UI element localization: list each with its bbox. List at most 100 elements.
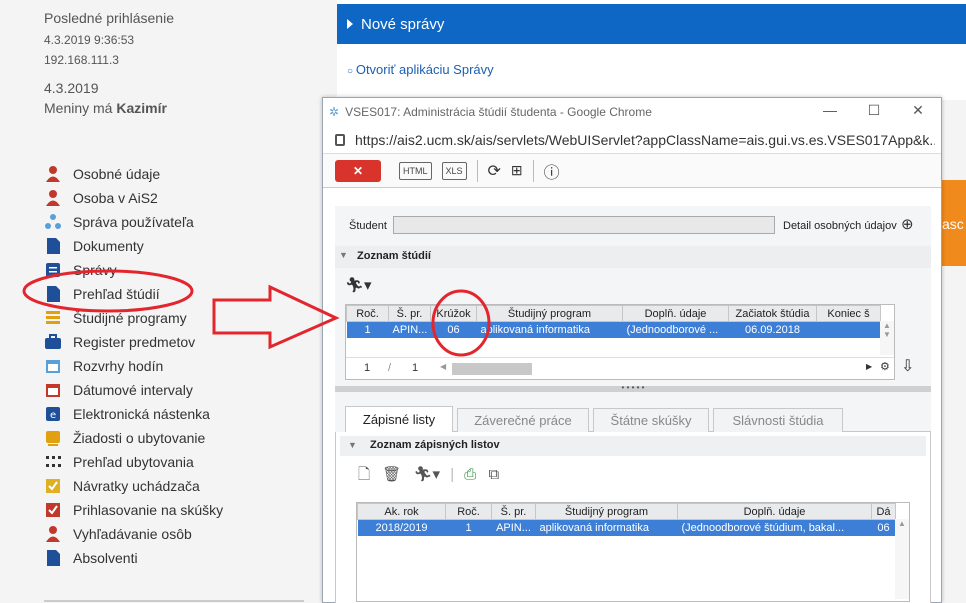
vertical-scrollbar[interactable]: ▲ ▼ bbox=[880, 321, 894, 355]
column-header[interactable]: Študijný program bbox=[535, 503, 678, 520]
orange-banner: asc bbox=[942, 180, 966, 266]
action-runner-icon[interactable]: 🏃︎▾ bbox=[345, 276, 372, 294]
messages-icon bbox=[44, 261, 62, 279]
briefcase-icon bbox=[44, 333, 62, 351]
menu-item[interactable]: Správy bbox=[44, 258, 223, 282]
horizontal-scroll-thumb[interactable] bbox=[452, 363, 532, 375]
enrollment-section-header[interactable]: ▼ Zoznam zápisných listov bbox=[340, 436, 926, 456]
column-header[interactable]: Š. pr. bbox=[388, 305, 431, 322]
address-bar[interactable]: https://ais2.ucm.sk/ais/servlets/WebUISe… bbox=[323, 126, 941, 154]
menu-item[interactable]: Dátumové intervaly bbox=[44, 378, 223, 402]
last-login-label: Posledné prihlásenie bbox=[44, 10, 174, 26]
menu-item-label: Študijné programy bbox=[73, 310, 187, 326]
menu-item[interactable]: Vyhľadávanie osôb bbox=[44, 522, 223, 546]
student-field[interactable] bbox=[393, 216, 775, 234]
person-icon bbox=[44, 165, 62, 183]
column-header[interactable]: Koniec š bbox=[816, 305, 881, 322]
table-row[interactable]: 1 APIN... 06 aplikovaná informatika (Jednood… bbox=[346, 321, 881, 338]
menu-item[interactable]: Absolventi bbox=[44, 546, 223, 570]
collapse-triangle-icon: ▼ bbox=[339, 250, 348, 260]
url-text: https://ais2.ucm.sk/ais/servlets/WebUISe… bbox=[355, 131, 935, 148]
tab[interactable]: Slávnosti štúdia bbox=[713, 408, 843, 432]
content-area: Študent Detail osobných údajov ⊕ ▼ Zozna… bbox=[335, 206, 931, 603]
minimize-icon[interactable]: — bbox=[819, 102, 841, 122]
info-icon[interactable]: ⓘ bbox=[544, 159, 560, 183]
personal-detail-link[interactable]: Detail osobných údajov bbox=[783, 220, 897, 232]
add-document-icon[interactable]: 🗋 bbox=[358, 466, 370, 483]
splitter[interactable]: • • • • • bbox=[335, 384, 931, 392]
table-cell: 2018/2019 bbox=[375, 521, 428, 534]
zoom-icon[interactable]: ⊕ bbox=[901, 215, 914, 233]
document-icon bbox=[44, 237, 62, 255]
document-icon bbox=[44, 549, 62, 567]
menu-item[interactable]: Prehľad ubytovania bbox=[44, 450, 223, 474]
studies-section-title: Zoznam štúdií bbox=[357, 250, 431, 262]
menu-item[interactable]: Osoba v AiS2 bbox=[44, 186, 223, 210]
studies-table: Roč. Š. pr. Krúžok Študijný program Doplň. ú… bbox=[346, 305, 881, 338]
export-html-button[interactable]: HTML bbox=[399, 161, 432, 180]
window-titlebar[interactable]: ✲ VSES017: Administrácia štúdií študenta… bbox=[323, 98, 941, 126]
pager-page[interactable]: 1 bbox=[364, 362, 370, 374]
column-header[interactable]: Doplň. údaje bbox=[677, 503, 872, 520]
column-header[interactable]: Roč. bbox=[346, 305, 389, 322]
refresh-icon[interactable]: ⟳ bbox=[488, 161, 501, 181]
column-header[interactable]: Doplň. údaje bbox=[622, 305, 729, 322]
settings-gear-icon[interactable]: ⚙ bbox=[880, 360, 890, 373]
window-title: VSES017: Administrácia štúdií študenta -… bbox=[345, 105, 652, 119]
open-messages-link[interactable]: ○ Otvoriť aplikáciu Správy bbox=[347, 62, 494, 77]
maximize-icon[interactable]: ☐ bbox=[863, 102, 885, 122]
nameday: Meniny má Kazimír bbox=[44, 100, 167, 116]
column-header[interactable]: Študijný program bbox=[476, 305, 623, 322]
column-header[interactable]: Krúžok bbox=[430, 305, 477, 322]
menu-item[interactable]: Návratky uchádzača bbox=[44, 474, 223, 498]
app-toolbar: ✕ HTML XLS ⟳ ⊞ ⓘ bbox=[323, 154, 941, 188]
column-header[interactable]: Ak. rok bbox=[357, 503, 446, 520]
scroll-right-icon[interactable]: ▶ bbox=[866, 362, 872, 371]
column-header[interactable]: Dá bbox=[871, 503, 896, 520]
menu-item-label: Dokumenty bbox=[73, 238, 144, 254]
studies-section-header[interactable]: ▼ Zoznam štúdií bbox=[335, 246, 931, 268]
print-icon[interactable]: ⎙ bbox=[464, 466, 476, 483]
column-header[interactable]: Š. pr. bbox=[491, 503, 536, 520]
close-window-icon[interactable]: ✕ bbox=[907, 102, 929, 122]
column-header[interactable]: Začiatok štúdia bbox=[728, 305, 817, 322]
pager: 1 / 1 ◀ ▶ ⚙ bbox=[346, 357, 894, 379]
menu-item[interactable]: Register predmetov bbox=[44, 330, 223, 354]
menu-item-label: Vyhľadávanie osôb bbox=[73, 526, 192, 542]
student-label: Študent bbox=[349, 220, 387, 232]
table-cell: 06 bbox=[877, 521, 890, 534]
menu-item[interactable]: Osobné údaje bbox=[44, 162, 223, 186]
grid-dots-icon bbox=[44, 453, 62, 471]
menu-item[interactable]: Žiadosti o ubytovanie bbox=[44, 426, 223, 450]
hierarchy-icon[interactable]: ⊞ bbox=[511, 162, 523, 179]
menu-item[interactable]: Rozvrhy hodín bbox=[44, 354, 223, 378]
last-login-ip: 192.168.111.3 bbox=[44, 53, 119, 67]
tab[interactable]: Záverečné práce bbox=[457, 408, 589, 432]
column-header[interactable]: Roč. bbox=[445, 503, 492, 520]
board-icon: e bbox=[44, 405, 62, 423]
divider bbox=[44, 600, 304, 602]
table-cell bbox=[817, 322, 881, 338]
checkbox-icon bbox=[44, 477, 62, 495]
menu-item[interactable]: Dokumenty bbox=[44, 234, 223, 258]
enrollment-section-title: Zoznam zápisných listov bbox=[370, 439, 500, 451]
menu-item[interactable]: Správa používateľa bbox=[44, 210, 223, 234]
trash-icon[interactable]: 🗑︎ bbox=[382, 466, 401, 483]
menu-item[interactable]: Prehľad štúdií bbox=[44, 282, 223, 306]
action-runner-icon[interactable]: 🏃︎▾ bbox=[413, 466, 440, 483]
close-app-button[interactable]: ✕ bbox=[335, 159, 381, 182]
download-arrow-icon[interactable]: ⇩ bbox=[901, 356, 914, 376]
scroll-left-icon[interactable]: ◀ bbox=[440, 362, 446, 371]
tab[interactable]: Štátne skúšky bbox=[593, 408, 709, 432]
news-header[interactable]: Nové správy bbox=[337, 4, 966, 44]
person-icon bbox=[44, 189, 62, 207]
menu-item[interactable]: Prihlasovanie na skúšky bbox=[44, 498, 223, 522]
menu-item[interactable]: e Elektronická nástenka bbox=[44, 402, 223, 426]
vertical-scrollbar[interactable]: ▲ bbox=[895, 519, 909, 599]
table-row[interactable]: 2018/2019 1 APIN... aplikovaná informatika (… bbox=[357, 519, 896, 536]
menu-item-label: Správa používateľa bbox=[73, 214, 194, 230]
copy-icon[interactable]: ⧉ bbox=[488, 466, 499, 483]
tab[interactable]: Zápisné listy bbox=[345, 406, 453, 432]
menu-item[interactable]: Študijné programy bbox=[44, 306, 223, 330]
export-xls-button[interactable]: XLS bbox=[441, 161, 467, 180]
